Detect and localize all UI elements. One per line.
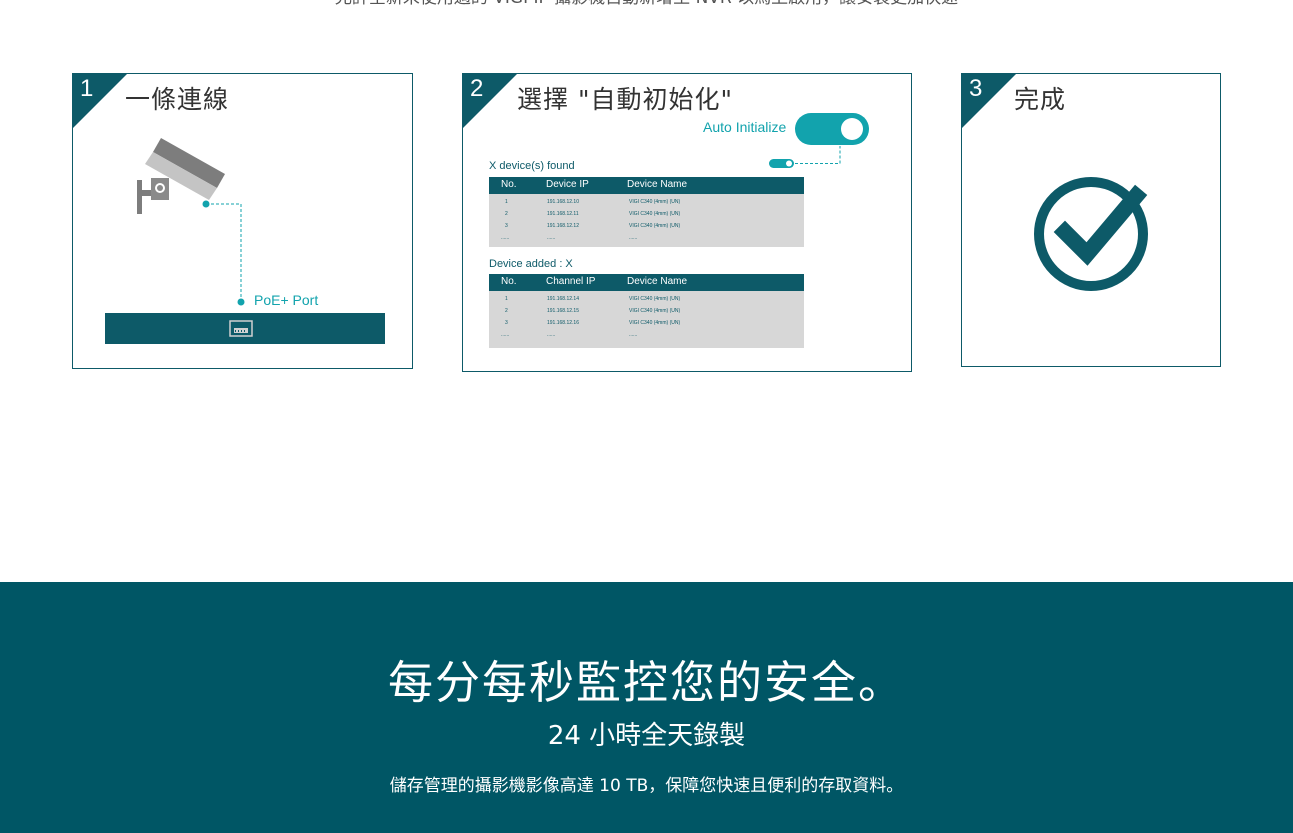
cell-no: ...... bbox=[501, 332, 510, 338]
check-circle-icon bbox=[1034, 177, 1148, 291]
step-card-one-cable: 1 一條連線 PoE+ Port bbox=[72, 73, 413, 369]
feature-subheadline: 24 小時全天錄製 bbox=[547, 721, 746, 751]
table-row: 1 191.168.12.10 VIGI C340 (4mm) (UN) bbox=[489, 197, 804, 209]
step-title: 一條連線 bbox=[125, 85, 230, 114]
table-row: 1 191.168.12.14 VIGI C340 (4mm) (UN) bbox=[489, 294, 804, 306]
step-card-auto-initialize: 2 選擇 "自動初始化" Auto Initialize X device(s)… bbox=[462, 73, 912, 372]
cell-no: 1 bbox=[505, 296, 508, 302]
cell-no: 1 bbox=[505, 199, 508, 205]
table-header: No. Channel IP Device Name bbox=[489, 274, 804, 291]
column-header: Device Name bbox=[627, 179, 688, 190]
step-card-complete: 3 完成 bbox=[961, 73, 1221, 367]
toggle-icon[interactable] bbox=[794, 112, 870, 146]
cell-device-name: ...... bbox=[629, 235, 638, 241]
cell-ip: 191.168.12.10 bbox=[547, 199, 579, 205]
intro-text: 允許全新未使用過的 VIGI IP 攝影機自動新增至 NVR 以馬上啟用，讓安裝… bbox=[0, 0, 1293, 10]
table-row: 2 191.168.12.15 VIGI C340 (4mm) (UN) bbox=[489, 306, 804, 318]
table-header: No. Device IP Device Name bbox=[489, 177, 804, 194]
step-number: 3 bbox=[969, 75, 983, 102]
cell-ip: ...... bbox=[547, 332, 556, 338]
cell-ip: ...... bbox=[547, 235, 556, 241]
devices-added-label: Device added : X bbox=[489, 258, 573, 270]
step-number: 1 bbox=[80, 75, 94, 102]
cell-device-name: VIGI C340 (4mm) (UN) bbox=[629, 223, 681, 229]
cell-no: 2 bbox=[505, 211, 508, 217]
column-header: No. bbox=[501, 276, 517, 287]
cell-device-name: VIGI C340 (4mm) (UN) bbox=[629, 211, 681, 217]
step-number: 2 bbox=[470, 75, 484, 102]
feature-headline: 每分每秒監控您的安全。 bbox=[387, 656, 905, 709]
step-title: 完成 bbox=[1014, 85, 1067, 114]
cell-ip: 191.168.12.14 bbox=[547, 296, 579, 302]
nvr-switch-panel bbox=[105, 313, 385, 344]
poe-port-label: PoE+ Port bbox=[254, 292, 319, 308]
column-header: Device Name bbox=[627, 276, 688, 287]
toggle-connector-line bbox=[769, 146, 841, 168]
ethernet-port-icon bbox=[229, 320, 253, 337]
table-row: 3 191.168.12.16 VIGI C340 (4mm) (UN) bbox=[489, 318, 804, 330]
table-row: 3 191.168.12.12 VIGI C340 (4mm) (UN) bbox=[489, 221, 804, 233]
devices-added-table: No. Channel IP Device Name 1 191.168.12.… bbox=[489, 274, 804, 348]
table-row: 2 191.168.12.11 VIGI C340 (4mm) (UN) bbox=[489, 209, 804, 221]
cell-device-name: VIGI C340 (4mm) (UN) bbox=[629, 320, 681, 326]
cell-ip: 191.168.12.15 bbox=[547, 308, 579, 314]
cell-device-name: ...... bbox=[629, 332, 638, 338]
feature-description: 儲存管理的攝影機影像高達 10 TB，保障您快速且便利的存取資料。 bbox=[389, 776, 904, 796]
cell-no: 2 bbox=[505, 308, 508, 314]
devices-found-table: No. Device IP Device Name 1 191.168.12.1… bbox=[489, 177, 804, 247]
poe-cable-line bbox=[202, 200, 245, 306]
column-header: No. bbox=[501, 179, 517, 190]
devices-found-label: X device(s) found bbox=[489, 160, 575, 172]
cell-ip: 191.168.12.12 bbox=[547, 223, 579, 229]
cell-device-name: VIGI C340 (4mm) (UN) bbox=[629, 308, 681, 314]
cell-no: ...... bbox=[501, 235, 510, 241]
cell-ip: 191.168.12.16 bbox=[547, 320, 579, 326]
column-header: Device IP bbox=[546, 179, 589, 190]
table-row: ...... ...... ...... bbox=[489, 233, 804, 243]
cell-no: 3 bbox=[505, 223, 508, 229]
cell-device-name: VIGI C340 (4mm) (UN) bbox=[629, 296, 681, 302]
cell-ip: 191.168.12.11 bbox=[547, 211, 579, 217]
table-row: ...... ...... ...... bbox=[489, 330, 804, 340]
cell-no: 3 bbox=[505, 320, 508, 326]
step-title: 選擇 "自動初始化" bbox=[517, 85, 733, 114]
cell-device-name: VIGI C340 (4mm) (UN) bbox=[629, 199, 681, 205]
auto-initialize-label: Auto Initialize bbox=[703, 119, 787, 135]
column-header: Channel IP bbox=[546, 276, 596, 287]
